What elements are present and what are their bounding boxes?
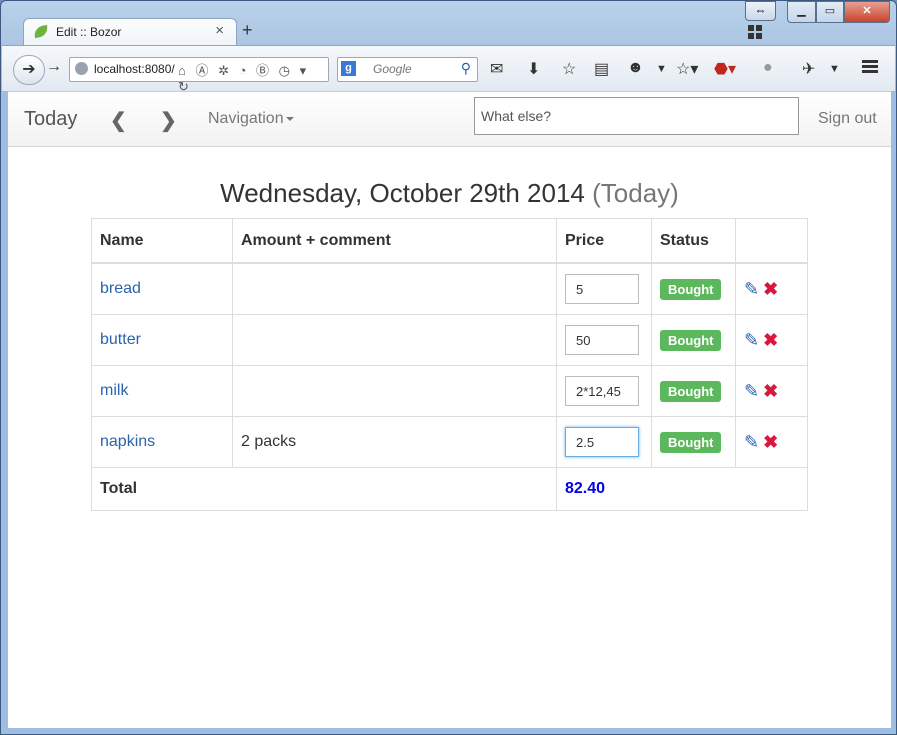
table-row: butter Bought ✎✖: [91, 314, 808, 366]
item-name-link[interactable]: bread: [100, 280, 141, 297]
chevron-down-icon[interactable]: ▼: [656, 63, 667, 75]
app-navbar: Today ❮ ❯ Navigation Sign out: [8, 92, 891, 147]
table-row: milk Bought ✎✖: [91, 365, 808, 417]
bookmark-star-menu-icon[interactable]: ☆▾: [676, 59, 698, 79]
what-else-input[interactable]: [474, 97, 799, 135]
status-badge[interactable]: Bought: [660, 431, 722, 453]
sign-out-link[interactable]: Sign out: [818, 110, 877, 128]
url-bar-addon-icons: ⌂ Ⓐ ✲ ◔ Ⓑ ◷ ▾ ↻: [178, 63, 310, 94]
price-input[interactable]: [565, 325, 639, 355]
table-row: bread Bought ✎✖: [91, 262, 808, 315]
item-amount: [232, 262, 557, 315]
browser-toolbar: ➔ → localhost:8080/ ⌂ Ⓐ ✲ ◔ Ⓑ ◷ ▾ ↻ g Go…: [2, 45, 895, 94]
avatar-icon[interactable]: ☻: [627, 59, 644, 77]
spy-icon[interactable]: ✈: [802, 59, 815, 79]
item-name-link[interactable]: napkins: [100, 433, 155, 450]
back-icon[interactable]: ➔: [13, 55, 45, 85]
search-icon[interactable]: ⚲: [461, 60, 471, 77]
edit-icon[interactable]: ✎: [744, 381, 759, 401]
reading-list-icon[interactable]: ▤: [594, 59, 609, 79]
price-input[interactable]: [565, 274, 639, 304]
date-heading: Wednesday, October 29th 2014: [220, 178, 585, 208]
delete-icon[interactable]: ✖: [763, 432, 778, 452]
item-amount: [232, 314, 557, 366]
browser-window: Edit :: Bozor × + ⇔ ▁ ▭ ✕ ➔ → localhost:…: [0, 0, 897, 735]
total-label: Total: [91, 467, 557, 511]
chevron-down-icon[interactable]: ▼: [829, 63, 840, 75]
minimize-button[interactable]: ▁: [787, 1, 816, 23]
header-price: Price: [556, 218, 652, 264]
new-tab-button[interactable]: +: [242, 20, 253, 41]
header-amount: Amount + comment: [232, 218, 557, 264]
item-name-link[interactable]: butter: [100, 331, 141, 348]
header-actions: [735, 218, 808, 264]
item-amount: [232, 365, 557, 417]
navigation-dropdown[interactable]: Navigation: [208, 110, 294, 128]
item-amount: 2 packs: [232, 416, 557, 468]
edit-icon[interactable]: ✎: [744, 330, 759, 350]
maximize-button[interactable]: ▭: [816, 1, 844, 23]
download-icon[interactable]: ⬇: [527, 59, 540, 79]
table-row: napkins 2 packs Bought ✎✖: [91, 416, 808, 468]
caret-down-icon: [285, 116, 294, 121]
navigation-label: Navigation: [208, 110, 284, 127]
bookmark-star-icon[interactable]: ☆: [562, 59, 576, 79]
delete-icon[interactable]: ✖: [763, 330, 778, 350]
total-value: 82.40: [565, 480, 606, 497]
abp-icon[interactable]: ⬣▾: [714, 59, 736, 79]
status-badge[interactable]: Bought: [660, 278, 722, 300]
ghostery-icon[interactable]: ●: [763, 59, 773, 77]
search-bar[interactable]: g Google ⚲: [337, 57, 478, 82]
url-text[interactable]: localhost:8080/: [94, 62, 175, 76]
browser-tab[interactable]: Edit :: Bozor ×: [23, 18, 237, 46]
tab-title: Edit :: Bozor: [56, 25, 122, 39]
next-day-icon[interactable]: ❯: [160, 108, 177, 133]
window-controls: ▁ ▭ ✕: [787, 1, 890, 23]
delete-icon[interactable]: ✖: [763, 279, 778, 299]
forward-icon[interactable]: →: [46, 58, 62, 76]
tab-groups-icon[interactable]: [748, 25, 762, 39]
header-name: Name: [91, 218, 233, 264]
url-bar[interactable]: localhost:8080/ ⌂ Ⓐ ✲ ◔ Ⓑ ◷ ▾ ↻: [69, 57, 329, 94]
globe-icon: [75, 62, 88, 75]
tab-close-icon[interactable]: ×: [215, 22, 224, 39]
search-placeholder: Google: [373, 62, 412, 76]
menu-icon[interactable]: [862, 60, 878, 74]
edit-icon[interactable]: ✎: [744, 279, 759, 299]
status-badge[interactable]: Bought: [660, 380, 722, 402]
previous-day-icon[interactable]: ❮: [110, 108, 127, 133]
delete-icon[interactable]: ✖: [763, 381, 778, 401]
addon-icon[interactable]: ✉: [490, 59, 503, 79]
edit-icon[interactable]: ✎: [744, 432, 759, 452]
price-input[interactable]: [565, 427, 639, 457]
google-icon[interactable]: g: [341, 61, 356, 76]
total-row: Total 82.40: [91, 467, 808, 511]
item-name-link[interactable]: milk: [100, 382, 128, 399]
close-window-button[interactable]: ✕: [844, 1, 890, 23]
status-badge[interactable]: Bought: [660, 329, 722, 351]
table-header-row: Name Amount + comment Price Status: [91, 218, 808, 264]
fullscreen-toggle-icon[interactable]: ⇔: [745, 1, 776, 21]
header-status: Status: [651, 218, 736, 264]
page-title: Wednesday, October 29th 2014 (Today): [8, 178, 891, 209]
page-content: Today ❮ ❯ Navigation Sign out Wednesday,…: [8, 91, 891, 728]
price-input[interactable]: [565, 376, 639, 406]
spring-leaf-icon: [33, 24, 49, 39]
today-label: (Today): [592, 178, 679, 208]
brand-today-link[interactable]: Today: [24, 108, 77, 131]
shopping-table: Name Amount + comment Price Status bread…: [91, 218, 808, 511]
